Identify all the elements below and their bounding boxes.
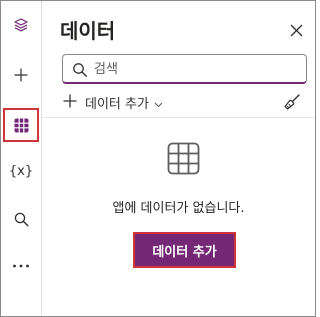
data-panel: 데이터 데이터 추가 (42, 1, 315, 316)
plus-icon (63, 93, 77, 112)
add-data-button[interactable]: 데이터 추가 (133, 232, 236, 268)
plus-icon (13, 67, 29, 83)
rail-search-button[interactable] (1, 200, 41, 238)
rail-insert-button[interactable] (1, 56, 41, 94)
rail-variables-button[interactable]: {x} (1, 152, 41, 190)
rail-data-button[interactable] (3, 108, 39, 142)
search-icon (72, 62, 88, 78)
rail-more-button[interactable] (1, 247, 41, 285)
variables-icon: {x} (8, 163, 34, 179)
broom-icon (282, 94, 302, 116)
left-rail: {x} (1, 1, 42, 316)
close-icon (290, 22, 303, 41)
rail-tree-view-button[interactable] (1, 6, 41, 44)
empty-state-message: 앱에 데이터가 없습니다. (112, 201, 245, 216)
search-input[interactable] (94, 59, 294, 79)
add-data-menu-button[interactable]: 데이터 추가 (63, 91, 163, 113)
more-icon (12, 264, 30, 268)
search-icon (14, 212, 29, 227)
clear-button[interactable] (282, 92, 302, 112)
close-button[interactable] (287, 22, 305, 40)
table-icon (167, 142, 200, 175)
add-data-menu-label: 데이터 추가 (85, 96, 149, 112)
chevron-down-icon (154, 93, 163, 112)
section-divider (42, 117, 315, 118)
data-pane-window: {x} 데이터 검색 데이터 추가 앱에 데이터가 없습니다. 데이터 추가 (0, 0, 316, 317)
layers-icon (13, 17, 29, 33)
search-box (62, 54, 307, 84)
panel-title: 데이터 (60, 19, 116, 43)
data-grid-icon (14, 118, 29, 133)
